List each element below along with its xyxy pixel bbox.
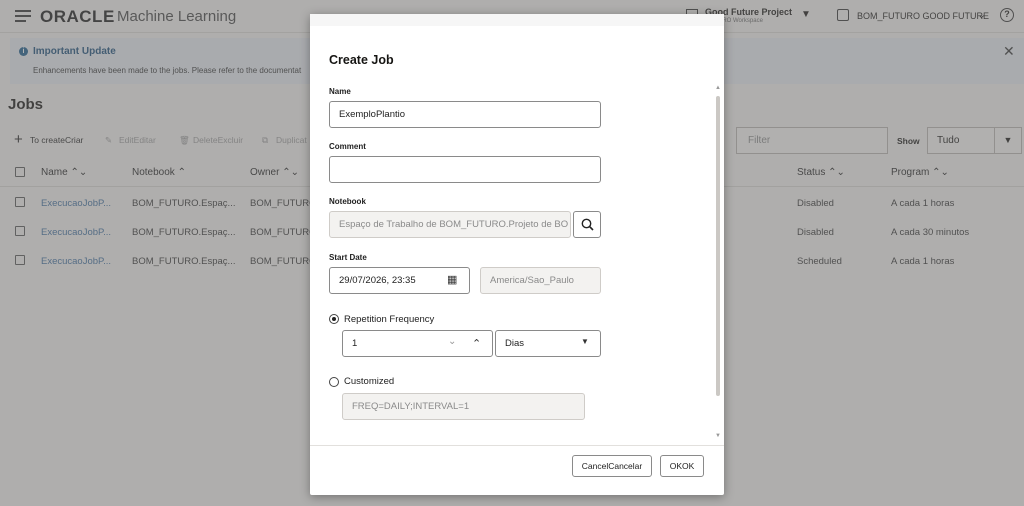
repetition-frequency-label[interactable]: Repetition Frequency [344,314,434,325]
ok-button[interactable]: OKOK [660,455,704,477]
dialog-scrollbar[interactable] [716,96,720,396]
search-icon [581,218,594,231]
cancel-button[interactable]: CancelCancelar [572,455,652,477]
scroll-down-icon[interactable]: ▼ [715,433,721,439]
customized-input[interactable]: FREQ=DAILY;INTERVAL=1 [342,393,585,420]
start-date-value: 29/07/2026, 23:35 [339,275,416,286]
start-date-label: Start Date [329,253,367,262]
notebook-label: Notebook [329,197,366,206]
name-label: Name [329,87,351,96]
repetition-unit-value: Dias [505,338,525,349]
dialog-top-strip [310,14,724,26]
decrement-chevron-icon[interactable]: ⌄ [448,336,456,347]
name-input[interactable]: ExemploPlantio [329,101,601,128]
repetition-value: 1 [352,338,358,349]
caret-down-icon[interactable]: ▼ [581,337,589,346]
dialog-title: Create Job [329,53,394,67]
repetition-value-input[interactable]: 1 [342,330,493,357]
dialog-footer-divider [310,445,724,446]
comment-input[interactable] [329,156,601,183]
repetition-frequency-radio[interactable] [329,314,339,324]
increment-chevron-icon[interactable]: ⌃ [472,337,481,350]
calendar-icon[interactable]: ▦ [447,273,457,286]
notebook-search-button[interactable] [573,211,601,238]
comment-label: Comment [329,142,366,151]
scroll-up-icon[interactable]: ▲ [715,85,721,91]
customized-radio[interactable] [329,377,339,387]
notebook-input[interactable]: Espaço de Trabalho de BOM_FUTURO.Projeto… [329,211,571,238]
customized-label[interactable]: Customized [344,376,394,387]
timezone-input[interactable]: America/Sao_Paulo [480,267,601,294]
create-job-dialog: Create Job Name ExemploPlantio Comment N… [310,14,724,495]
